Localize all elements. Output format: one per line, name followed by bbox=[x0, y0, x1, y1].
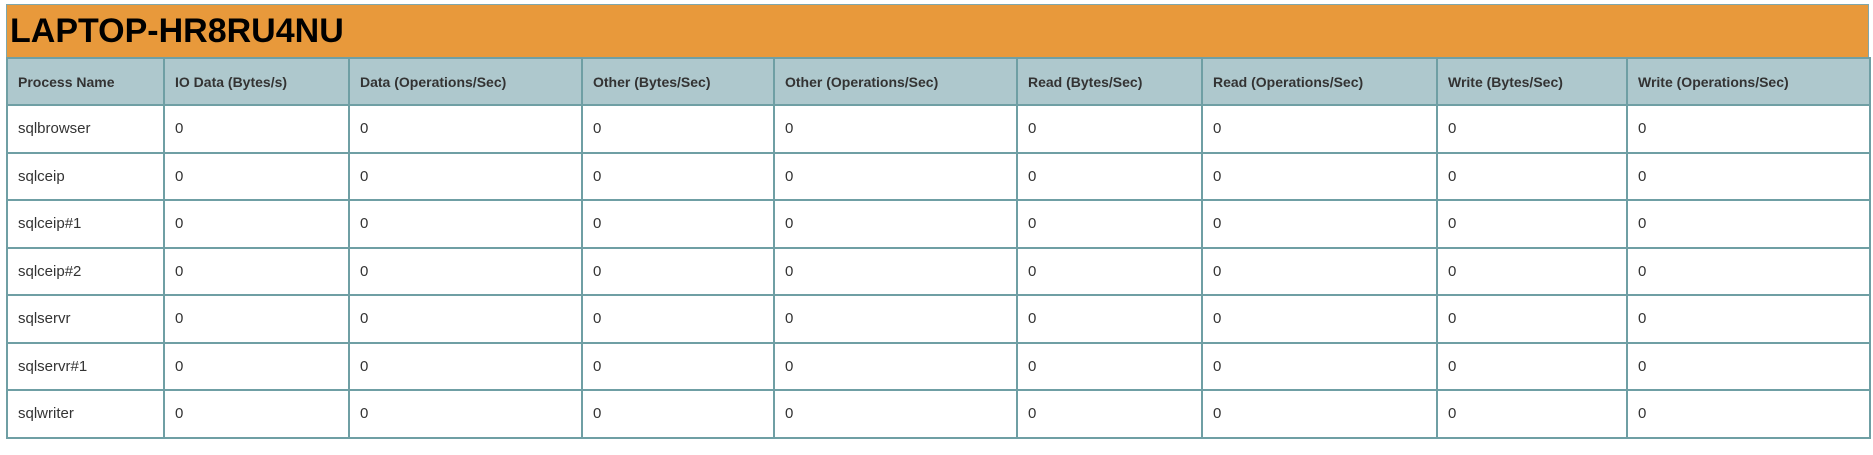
table-row: sqlceip#2 0 0 0 0 0 0 0 0 bbox=[6, 246, 1871, 296]
value-cell: 0 bbox=[1626, 246, 1871, 296]
column-header: Read (Bytes/Sec) bbox=[1016, 57, 1203, 106]
column-header: Other (Bytes/Sec) bbox=[581, 57, 775, 106]
value-cell: 0 bbox=[348, 341, 583, 391]
value-cell: 0 bbox=[773, 294, 1018, 344]
value-cell: 0 bbox=[1201, 389, 1438, 439]
process-name-cell: sqlwriter bbox=[6, 389, 165, 439]
value-cell: 0 bbox=[1016, 199, 1203, 249]
value-cell: 0 bbox=[1626, 104, 1871, 154]
column-header: Write (Bytes/Sec) bbox=[1436, 57, 1628, 106]
value-cell: 0 bbox=[773, 341, 1018, 391]
value-cell: 0 bbox=[1201, 199, 1438, 249]
value-cell: 0 bbox=[1626, 294, 1871, 344]
column-header: Write (Operations/Sec) bbox=[1626, 57, 1871, 106]
value-cell: 0 bbox=[163, 104, 350, 154]
value-cell: 0 bbox=[581, 151, 775, 201]
value-cell: 0 bbox=[1626, 151, 1871, 201]
value-cell: 0 bbox=[1016, 246, 1203, 296]
value-cell: 0 bbox=[348, 151, 583, 201]
value-cell: 0 bbox=[1436, 246, 1628, 296]
value-cell: 0 bbox=[1016, 104, 1203, 154]
header-row: Process Name IO Data (Bytes/s) Data (Opera… bbox=[6, 57, 1871, 106]
value-cell: 0 bbox=[1201, 151, 1438, 201]
value-cell: 0 bbox=[163, 199, 350, 249]
value-cell: 0 bbox=[1436, 104, 1628, 154]
value-cell: 0 bbox=[1436, 341, 1628, 391]
value-cell: 0 bbox=[773, 151, 1018, 201]
value-cell: 0 bbox=[1016, 294, 1203, 344]
column-header: Process Name bbox=[6, 57, 165, 106]
value-cell: 0 bbox=[581, 104, 775, 154]
value-cell: 0 bbox=[773, 199, 1018, 249]
process-name-cell: sqlbrowser bbox=[6, 104, 165, 154]
value-cell: 0 bbox=[163, 294, 350, 344]
value-cell: 0 bbox=[581, 246, 775, 296]
value-cell: 0 bbox=[581, 389, 775, 439]
value-cell: 0 bbox=[581, 294, 775, 344]
value-cell: 0 bbox=[1436, 389, 1628, 439]
value-cell: 0 bbox=[348, 104, 583, 154]
value-cell: 0 bbox=[1201, 341, 1438, 391]
value-cell: 0 bbox=[1436, 151, 1628, 201]
value-cell: 0 bbox=[348, 389, 583, 439]
column-header: Data (Operations/Sec) bbox=[348, 57, 583, 106]
report: LAPTOP-HR8RU4NU Process Name IO Data (Byt… bbox=[6, 4, 1871, 439]
process-name-cell: sqlceip bbox=[6, 151, 165, 201]
value-cell: 0 bbox=[1626, 341, 1871, 391]
table-row: sqlservr 0 0 0 0 0 0 0 0 bbox=[6, 294, 1871, 344]
value-cell: 0 bbox=[1016, 341, 1203, 391]
value-cell: 0 bbox=[348, 246, 583, 296]
table-row: sqlservr#1 0 0 0 0 0 0 0 0 bbox=[6, 341, 1871, 391]
value-cell: 0 bbox=[348, 199, 583, 249]
value-cell: 0 bbox=[163, 341, 350, 391]
value-cell: 0 bbox=[1201, 246, 1438, 296]
value-cell: 0 bbox=[1436, 294, 1628, 344]
value-cell: 0 bbox=[1016, 151, 1203, 201]
value-cell: 0 bbox=[163, 389, 350, 439]
value-cell: 0 bbox=[581, 341, 775, 391]
column-header: IO Data (Bytes/s) bbox=[163, 57, 350, 106]
process-name-cell: sqlservr bbox=[6, 294, 165, 344]
machine-title: LAPTOP-HR8RU4NU bbox=[6, 4, 1869, 57]
column-header: Other (Operations/Sec) bbox=[773, 57, 1018, 106]
value-cell: 0 bbox=[1626, 199, 1871, 249]
value-cell: 0 bbox=[773, 104, 1018, 154]
table-row: sqlwriter 0 0 0 0 0 0 0 0 bbox=[6, 389, 1871, 439]
process-name-cell: sqlceip#1 bbox=[6, 199, 165, 249]
table-row: sqlceip 0 0 0 0 0 0 0 0 bbox=[6, 151, 1871, 201]
value-cell: 0 bbox=[773, 389, 1018, 439]
value-cell: 0 bbox=[1201, 294, 1438, 344]
process-name-cell: sqlceip#2 bbox=[6, 246, 165, 296]
value-cell: 0 bbox=[581, 199, 775, 249]
process-name-cell: sqlservr#1 bbox=[6, 341, 165, 391]
value-cell: 0 bbox=[1016, 389, 1203, 439]
value-cell: 0 bbox=[773, 246, 1018, 296]
table-row: sqlbrowser 0 0 0 0 0 0 0 0 bbox=[6, 104, 1871, 154]
process-io-table: Process Name IO Data (Bytes/s) Data (Opera… bbox=[6, 57, 1871, 439]
column-header: Read (Operations/Sec) bbox=[1201, 57, 1438, 106]
value-cell: 0 bbox=[1201, 104, 1438, 154]
value-cell: 0 bbox=[163, 246, 350, 296]
value-cell: 0 bbox=[1626, 389, 1871, 439]
table-row: sqlceip#1 0 0 0 0 0 0 0 0 bbox=[6, 199, 1871, 249]
value-cell: 0 bbox=[1436, 199, 1628, 249]
value-cell: 0 bbox=[163, 151, 350, 201]
value-cell: 0 bbox=[348, 294, 583, 344]
